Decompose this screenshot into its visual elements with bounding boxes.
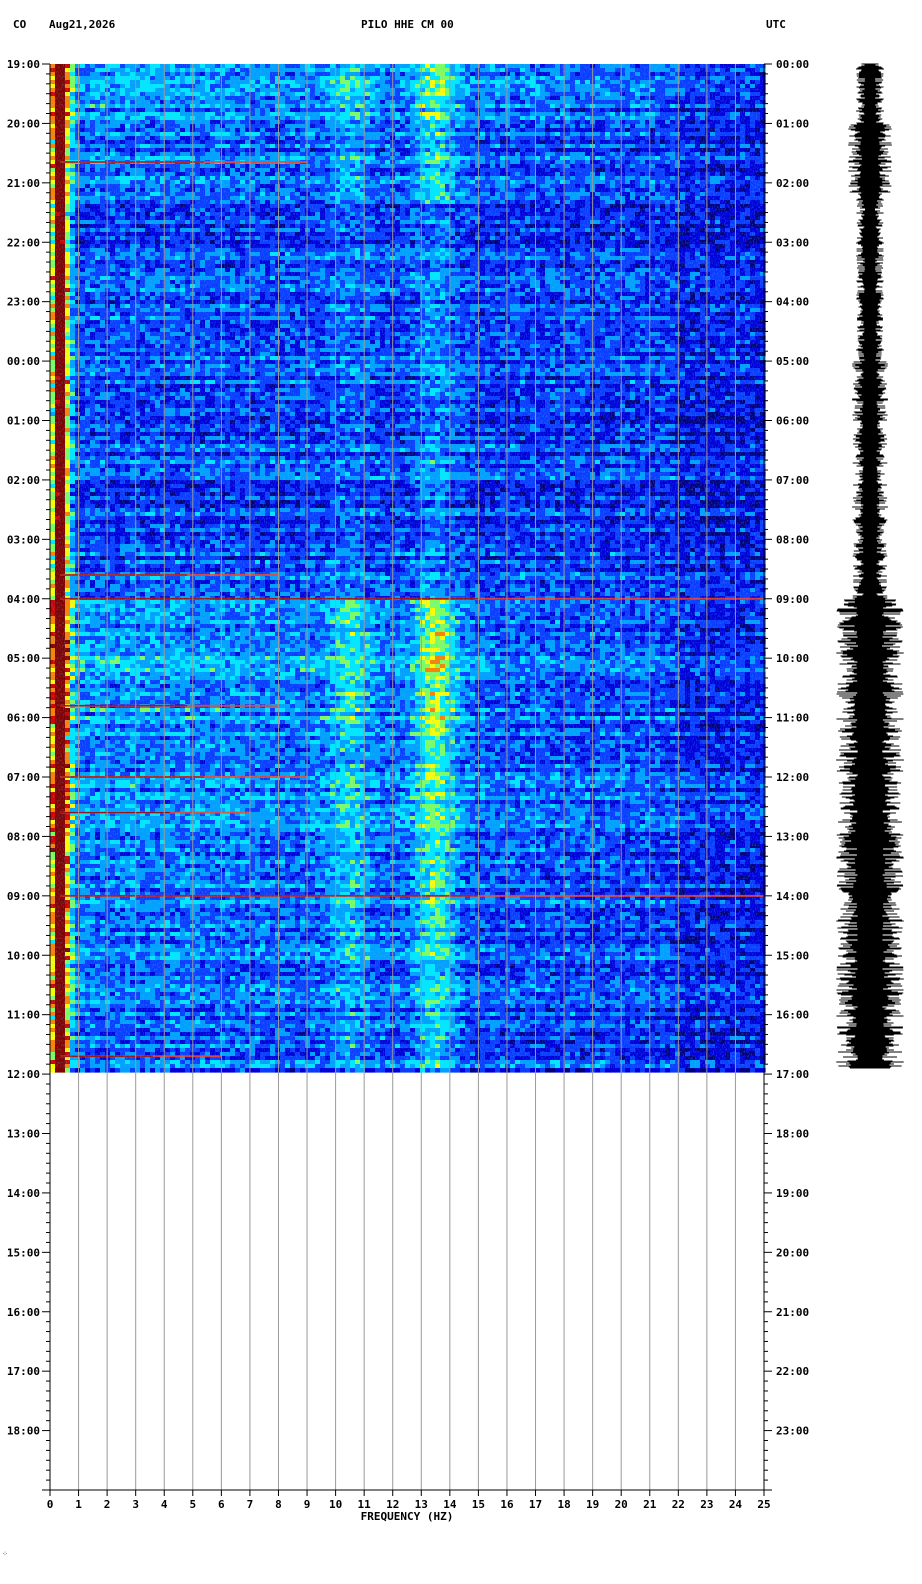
spectrogram-chart: 19:0020:0021:0022:0023:0000:0001:0002:00… xyxy=(7,58,904,1523)
